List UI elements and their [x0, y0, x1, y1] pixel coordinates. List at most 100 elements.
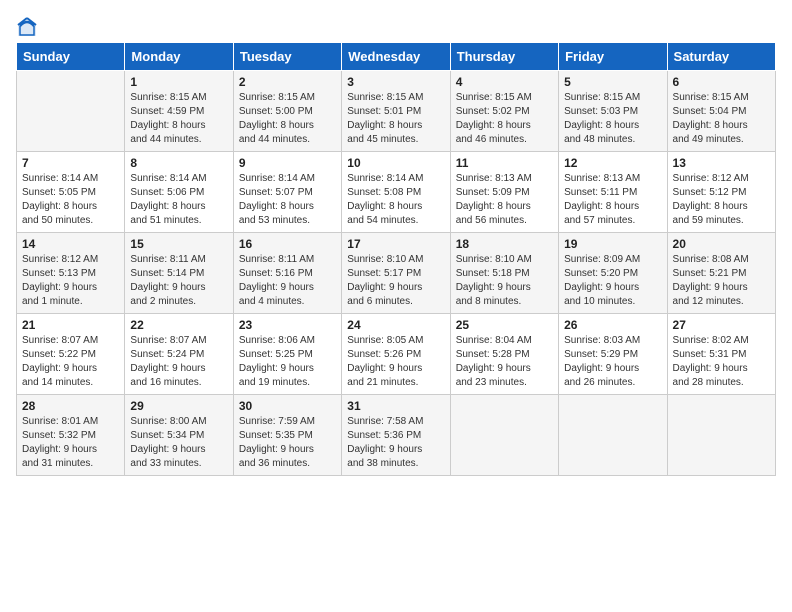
day-cell: 9 Sunrise: 8:14 AM Sunset: 5:07 PM Daylig… [233, 152, 341, 233]
day-info: Sunrise: 8:13 AM Sunset: 5:11 PM Dayligh… [564, 172, 661, 228]
day-info: Sunrise: 7:59 AM Sunset: 5:35 PM Dayligh… [239, 415, 336, 471]
day-cell: 22 Sunrise: 8:07 AM Sunset: 5:24 PM Dayli… [125, 314, 233, 395]
day-number: 18 [456, 237, 553, 251]
day-cell: 30 Sunrise: 7:59 AM Sunset: 5:35 PM Dayli… [233, 395, 341, 476]
day-info: Sunrise: 8:03 AM Sunset: 5:29 PM Dayligh… [564, 334, 661, 390]
day-number: 6 [673, 75, 770, 89]
day-info: Sunrise: 8:00 AM Sunset: 5:34 PM Dayligh… [130, 415, 227, 471]
day-info: Sunrise: 8:10 AM Sunset: 5:17 PM Dayligh… [347, 253, 444, 309]
day-cell: 13 Sunrise: 8:12 AM Sunset: 5:12 PM Dayli… [667, 152, 775, 233]
day-number: 28 [22, 399, 119, 413]
day-number: 1 [130, 75, 227, 89]
day-info: Sunrise: 7:58 AM Sunset: 5:36 PM Dayligh… [347, 415, 444, 471]
header-day-thursday: Thursday [450, 43, 558, 71]
day-number: 10 [347, 156, 444, 170]
day-cell: 6 Sunrise: 8:15 AM Sunset: 5:04 PM Daylig… [667, 71, 775, 152]
calendar-body: 1 Sunrise: 8:15 AM Sunset: 4:59 PM Daylig… [17, 71, 776, 476]
day-info: Sunrise: 8:07 AM Sunset: 5:24 PM Dayligh… [130, 334, 227, 390]
header-day-friday: Friday [559, 43, 667, 71]
day-info: Sunrise: 8:15 AM Sunset: 5:03 PM Dayligh… [564, 91, 661, 147]
day-cell: 10 Sunrise: 8:14 AM Sunset: 5:08 PM Dayli… [342, 152, 450, 233]
day-cell [450, 395, 558, 476]
day-info: Sunrise: 8:12 AM Sunset: 5:12 PM Dayligh… [673, 172, 770, 228]
day-cell: 12 Sunrise: 8:13 AM Sunset: 5:11 PM Dayli… [559, 152, 667, 233]
day-cell: 8 Sunrise: 8:14 AM Sunset: 5:06 PM Daylig… [125, 152, 233, 233]
day-info: Sunrise: 8:01 AM Sunset: 5:32 PM Dayligh… [22, 415, 119, 471]
day-cell: 14 Sunrise: 8:12 AM Sunset: 5:13 PM Dayli… [17, 233, 125, 314]
day-cell: 18 Sunrise: 8:10 AM Sunset: 5:18 PM Dayli… [450, 233, 558, 314]
day-number: 23 [239, 318, 336, 332]
day-number: 22 [130, 318, 227, 332]
day-info: Sunrise: 8:05 AM Sunset: 5:26 PM Dayligh… [347, 334, 444, 390]
day-number: 17 [347, 237, 444, 251]
day-number: 16 [239, 237, 336, 251]
day-info: Sunrise: 8:15 AM Sunset: 4:59 PM Dayligh… [130, 91, 227, 147]
day-number: 9 [239, 156, 336, 170]
day-info: Sunrise: 8:09 AM Sunset: 5:20 PM Dayligh… [564, 253, 661, 309]
day-cell: 27 Sunrise: 8:02 AM Sunset: 5:31 PM Dayli… [667, 314, 775, 395]
day-info: Sunrise: 8:15 AM Sunset: 5:02 PM Dayligh… [456, 91, 553, 147]
header-day-wednesday: Wednesday [342, 43, 450, 71]
day-number: 7 [22, 156, 119, 170]
day-info: Sunrise: 8:15 AM Sunset: 5:00 PM Dayligh… [239, 91, 336, 147]
day-cell: 11 Sunrise: 8:13 AM Sunset: 5:09 PM Dayli… [450, 152, 558, 233]
day-number: 4 [456, 75, 553, 89]
day-cell: 20Sunrise: 8:08 AM Sunset: 5:21 PM Dayli… [667, 233, 775, 314]
day-number: 2 [239, 75, 336, 89]
week-row-2: 7 Sunrise: 8:14 AM Sunset: 5:05 PM Daylig… [17, 152, 776, 233]
day-info: Sunrise: 8:06 AM Sunset: 5:25 PM Dayligh… [239, 334, 336, 390]
logo [16, 16, 40, 38]
header-row: SundayMondayTuesdayWednesdayThursdayFrid… [17, 43, 776, 71]
day-number: 8 [130, 156, 227, 170]
day-number: 12 [564, 156, 661, 170]
day-cell: 2 Sunrise: 8:15 AM Sunset: 5:00 PM Daylig… [233, 71, 341, 152]
day-cell [17, 71, 125, 152]
day-cell: 15 Sunrise: 8:11 AM Sunset: 5:14 PM Dayli… [125, 233, 233, 314]
day-cell: 24 Sunrise: 8:05 AM Sunset: 5:26 PM Dayli… [342, 314, 450, 395]
day-cell: 1 Sunrise: 8:15 AM Sunset: 4:59 PM Daylig… [125, 71, 233, 152]
day-cell: 5 Sunrise: 8:15 AM Sunset: 5:03 PM Daylig… [559, 71, 667, 152]
day-info: Sunrise: 8:04 AM Sunset: 5:28 PM Dayligh… [456, 334, 553, 390]
day-number: 31 [347, 399, 444, 413]
day-number: 26 [564, 318, 661, 332]
day-number: 21 [22, 318, 119, 332]
page-container: SundayMondayTuesdayWednesdayThursdayFrid… [0, 0, 792, 486]
day-number: 25 [456, 318, 553, 332]
day-cell: 19Sunrise: 8:09 AM Sunset: 5:20 PM Dayli… [559, 233, 667, 314]
week-row-1: 1 Sunrise: 8:15 AM Sunset: 4:59 PM Daylig… [17, 71, 776, 152]
day-info: Sunrise: 8:14 AM Sunset: 5:06 PM Dayligh… [130, 172, 227, 228]
day-number: 29 [130, 399, 227, 413]
day-info: Sunrise: 8:14 AM Sunset: 5:07 PM Dayligh… [239, 172, 336, 228]
day-info: Sunrise: 8:14 AM Sunset: 5:08 PM Dayligh… [347, 172, 444, 228]
logo-icon [16, 16, 38, 38]
day-number: 14 [22, 237, 119, 251]
day-info: Sunrise: 8:10 AM Sunset: 5:18 PM Dayligh… [456, 253, 553, 309]
day-number: 13 [673, 156, 770, 170]
day-number: 24 [347, 318, 444, 332]
day-number: 15 [130, 237, 227, 251]
day-cell: 23 Sunrise: 8:06 AM Sunset: 5:25 PM Dayli… [233, 314, 341, 395]
day-cell: 29 Sunrise: 8:00 AM Sunset: 5:34 PM Dayli… [125, 395, 233, 476]
day-info: Sunrise: 8:11 AM Sunset: 5:14 PM Dayligh… [130, 253, 227, 309]
calendar-header: SundayMondayTuesdayWednesdayThursdayFrid… [17, 43, 776, 71]
day-number: 30 [239, 399, 336, 413]
day-cell: 16Sunrise: 8:11 AM Sunset: 5:16 PM Dayli… [233, 233, 341, 314]
week-row-4: 21Sunrise: 8:07 AM Sunset: 5:22 PM Dayli… [17, 314, 776, 395]
day-number: 11 [456, 156, 553, 170]
day-info: Sunrise: 8:02 AM Sunset: 5:31 PM Dayligh… [673, 334, 770, 390]
day-cell: 17 Sunrise: 8:10 AM Sunset: 5:17 PM Dayli… [342, 233, 450, 314]
day-info: Sunrise: 8:13 AM Sunset: 5:09 PM Dayligh… [456, 172, 553, 228]
day-number: 3 [347, 75, 444, 89]
day-cell: 7 Sunrise: 8:14 AM Sunset: 5:05 PM Daylig… [17, 152, 125, 233]
day-info: Sunrise: 8:12 AM Sunset: 5:13 PM Dayligh… [22, 253, 119, 309]
calendar-table: SundayMondayTuesdayWednesdayThursdayFrid… [16, 42, 776, 476]
day-info: Sunrise: 8:14 AM Sunset: 5:05 PM Dayligh… [22, 172, 119, 228]
day-number: 20 [673, 237, 770, 251]
day-info: Sunrise: 8:15 AM Sunset: 5:04 PM Dayligh… [673, 91, 770, 147]
day-cell: 3Sunrise: 8:15 AM Sunset: 5:01 PM Daylig… [342, 71, 450, 152]
day-number: 27 [673, 318, 770, 332]
day-cell: 28 Sunrise: 8:01 AM Sunset: 5:32 PM Dayli… [17, 395, 125, 476]
week-row-3: 14 Sunrise: 8:12 AM Sunset: 5:13 PM Dayli… [17, 233, 776, 314]
header-day-monday: Monday [125, 43, 233, 71]
day-number: 5 [564, 75, 661, 89]
